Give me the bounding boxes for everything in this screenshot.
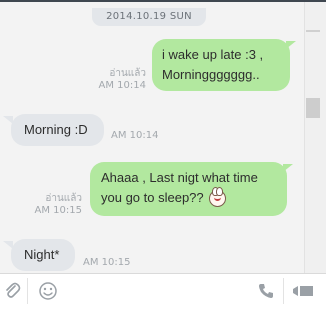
message-timestamp: AM 10:15 [83, 257, 131, 268]
read-receipt: อ่านแล้ว [109, 68, 146, 79]
message-line: Morninggggggg.. [162, 67, 260, 82]
smiley-icon[interactable] [37, 281, 59, 303]
read-receipt: อ่านแล้ว [45, 193, 82, 204]
bubble-tail [283, 164, 293, 172]
message-line: Night* [24, 247, 60, 262]
bubble-tail [286, 41, 296, 49]
outgoing-message-bubble[interactable]: Ahaaa , Last nigt what time you go to sl… [90, 162, 287, 216]
bubble-tail [3, 241, 13, 249]
message-line: i wake up late :3 , [162, 47, 264, 62]
date-separator: 2014.10.19 SUN [92, 8, 206, 26]
message-line: you go to sleep?? [101, 190, 204, 205]
scrollbar-thumb[interactable] [306, 98, 320, 118]
message-timestamp: AM 10:14 [111, 130, 159, 141]
paperclip-icon[interactable] [2, 281, 22, 303]
chat-message-area[interactable]: 2014.10.19 SUN อ่านแล้ว AM 10:14 i wake … [0, 2, 304, 273]
outgoing-message-bubble[interactable]: i wake up late :3 , Morninggggggg.. [152, 39, 290, 91]
bunny-emoji-icon [209, 187, 227, 208]
incoming-message-bubble[interactable]: Night* [11, 239, 75, 271]
message-timestamp: AM 10:14 [98, 80, 146, 91]
phone-icon[interactable] [256, 282, 276, 302]
message-timestamp: AM 10:15 [34, 205, 82, 216]
bubble-tail [3, 116, 13, 124]
message-line: Morning :D [24, 122, 88, 137]
message-line: Ahaaa , Last nigt what time [101, 170, 258, 185]
video-call-icon[interactable] [290, 282, 316, 302]
toolbar-divider [27, 278, 28, 304]
scrollbar-marker [306, 30, 320, 32]
incoming-message-bubble[interactable]: Morning :D [11, 114, 104, 146]
chat-scrollbar-track[interactable] [304, 2, 326, 273]
toolbar-divider [283, 278, 284, 304]
